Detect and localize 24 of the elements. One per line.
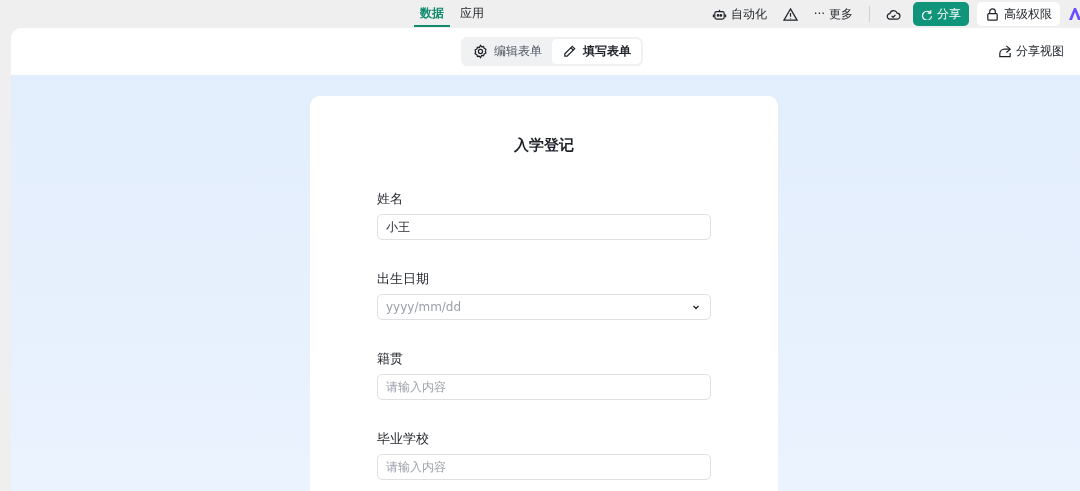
share-view-button[interactable]: 分享视图 — [991, 42, 1070, 61]
warning-icon — [782, 6, 798, 22]
share-button[interactable]: 分享 — [913, 2, 969, 26]
share-icon — [997, 44, 1012, 59]
field-label: 姓名 — [377, 191, 404, 208]
more-button[interactable]: ··· 更多 — [809, 3, 857, 25]
input-field[interactable]: 小王 — [377, 214, 711, 240]
input-field[interactable]: 请输入内容 — [377, 454, 711, 480]
share-icon — [921, 8, 933, 20]
permission-button[interactable]: 高级权限 — [977, 2, 1060, 26]
field-label: 毕业学校 — [377, 431, 430, 448]
lock-icon — [985, 6, 1000, 22]
app-logo-icon[interactable] — [1068, 7, 1080, 21]
gear-icon — [473, 44, 488, 59]
mode-tab[interactable]: 编辑表单 — [463, 39, 552, 64]
mode-tab[interactable]: 填写表单 — [552, 39, 641, 64]
pencil-icon — [562, 44, 577, 59]
date-field[interactable]: yyyy/mm/dd — [377, 294, 711, 320]
form-title: 入学登记 — [513, 136, 575, 155]
field-label: 出生日期 — [377, 271, 430, 288]
automation-button[interactable]: 自动化 — [707, 3, 771, 25]
field-label: 籍贯 — [377, 351, 404, 368]
input-field[interactable]: 请输入内容 — [377, 374, 711, 400]
nav-tab[interactable]: 应用 — [454, 1, 490, 27]
